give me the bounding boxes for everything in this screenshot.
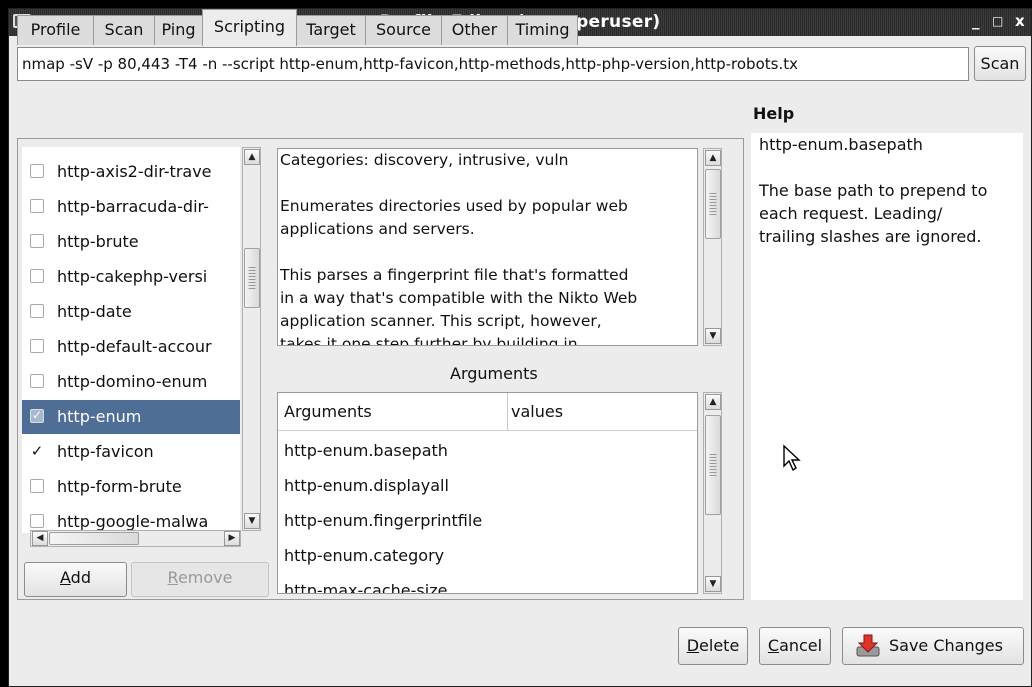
checkbox[interactable]: [30, 339, 44, 353]
script-list-vscrollbar[interactable]: ▲ ▼: [242, 147, 261, 531]
list-item-selected[interactable]: ✓ http-enum: [22, 400, 240, 434]
description-line: takes it one step further by building in: [280, 335, 578, 346]
tab-target[interactable]: Target: [296, 15, 366, 45]
scroll-left-icon[interactable]: ◀: [32, 531, 48, 546]
description-line: Categories: discovery, intrusive, vuln: [280, 151, 569, 169]
tab-ping[interactable]: Ping: [154, 15, 203, 45]
scroll-up-icon[interactable]: ▲: [705, 394, 721, 410]
description-scrollbar[interactable]: ▲ ▼: [703, 148, 722, 346]
table-row[interactable]: http-enum.category: [284, 546, 444, 565]
checkbox[interactable]: [30, 304, 44, 318]
add-button[interactable]: Add: [24, 562, 127, 597]
description-line: in a way that's compatible with the Nikt…: [280, 289, 638, 307]
minimize-button[interactable]: _: [972, 12, 980, 30]
tab-scripting[interactable]: Scripting: [202, 9, 297, 46]
table-row[interactable]: http-enum.displayall: [284, 476, 449, 495]
description-line: application scanner. This script, howeve…: [280, 312, 602, 330]
scroll-thumb[interactable]: [49, 532, 139, 545]
tab-profile[interactable]: Profile: [17, 15, 94, 45]
description-line: [278, 241, 697, 264]
description-line: This parses a fingerprint file that's fo…: [280, 266, 629, 284]
help-text-line: trailing slashes are ignored.: [759, 227, 982, 246]
checkbox[interactable]: [30, 374, 44, 388]
checkbox[interactable]: [30, 514, 44, 528]
scroll-down-icon[interactable]: ▼: [705, 328, 721, 344]
list-item[interactable]: http-default-accour: [22, 330, 240, 364]
remove-button[interactable]: Remove: [131, 562, 269, 597]
delete-button[interactable]: Delete: [678, 627, 748, 665]
tab-scan[interactable]: Scan: [93, 15, 155, 45]
help-text-line: each request. Leading/: [759, 204, 943, 223]
scroll-up-icon[interactable]: ▲: [244, 149, 260, 165]
column-header-values[interactable]: values: [508, 393, 697, 431]
scan-button[interactable]: Scan: [974, 46, 1026, 81]
save-changes-button[interactable]: Save Changes: [842, 627, 1024, 665]
list-item[interactable]: http-axis2-dir-trave: [22, 155, 240, 189]
list-item[interactable]: ✓ http-favicon: [22, 435, 240, 469]
table-row[interactable]: http-max-cache-size: [284, 581, 447, 593]
help-argument-name: http-enum.basepath: [759, 135, 923, 154]
list-item[interactable]: http-form-brute: [22, 470, 240, 504]
list-item[interactable]: http-domino-enum: [22, 365, 240, 399]
cancel-button[interactable]: Cancel: [759, 627, 831, 665]
checkbox[interactable]: [30, 234, 44, 248]
help-panel: http-enum.basepath The base path to prep…: [751, 133, 1023, 600]
scroll-thumb[interactable]: [244, 248, 260, 308]
checkbox-checked[interactable]: ✓: [30, 409, 44, 423]
description-line: Enumerates directories used by popular w…: [280, 197, 628, 215]
tab-source[interactable]: Source: [365, 15, 442, 45]
arguments-table[interactable]: Arguments values http-enum.basepath http…: [277, 392, 698, 594]
tab-other[interactable]: Other: [441, 15, 508, 45]
description-line: [278, 172, 697, 195]
help-heading: Help: [753, 104, 795, 123]
list-item[interactable]: http-google-malwa: [22, 505, 240, 533]
command-input[interactable]: nmap -sV -p 80,443 -T4 -n --script http-…: [17, 47, 969, 81]
description-line: applications and servers.: [280, 220, 475, 238]
scroll-thumb[interactable]: [705, 415, 721, 515]
checkbox[interactable]: [30, 199, 44, 213]
list-item[interactable]: http-barracuda-dir-: [22, 190, 240, 224]
checkbox[interactable]: [30, 164, 44, 178]
maximize-button[interactable]: □: [992, 14, 1003, 28]
scroll-down-icon[interactable]: ▼: [244, 513, 260, 529]
checkbox[interactable]: [30, 269, 44, 283]
list-item[interactable]: http-date: [22, 295, 240, 329]
mouse-cursor-icon: [783, 444, 801, 472]
help-text-line: The base path to prepend to: [759, 181, 988, 200]
scroll-down-icon[interactable]: ▼: [705, 576, 721, 592]
script-description[interactable]: Categories: discovery, intrusive, vuln E…: [277, 148, 698, 346]
list-item[interactable]: http-brute: [22, 225, 240, 259]
scroll-thumb[interactable]: [705, 169, 721, 239]
save-icon: [856, 634, 880, 657]
script-list[interactable]: http-axis2-dir-trave http-barracuda-dir-…: [22, 147, 240, 533]
checkbox[interactable]: [30, 479, 44, 493]
table-row[interactable]: http-enum.fingerprintfile: [284, 511, 482, 530]
scroll-right-icon[interactable]: ▶: [224, 531, 240, 546]
close-button[interactable]: x: [1015, 12, 1025, 30]
scroll-up-icon[interactable]: ▲: [705, 150, 721, 166]
arguments-scrollbar[interactable]: ▲ ▼: [703, 392, 722, 594]
checkbox-checked[interactable]: ✓: [30, 444, 44, 459]
script-list-hscrollbar[interactable]: ◀ ▶: [30, 530, 241, 547]
list-item[interactable]: http-cakephp-versi: [22, 260, 240, 294]
table-row[interactable]: http-enum.basepath: [284, 441, 448, 460]
arguments-section-label: Arguments: [450, 364, 538, 383]
tab-timing[interactable]: Timing: [507, 15, 578, 45]
column-header-arguments[interactable]: Arguments: [278, 393, 508, 431]
